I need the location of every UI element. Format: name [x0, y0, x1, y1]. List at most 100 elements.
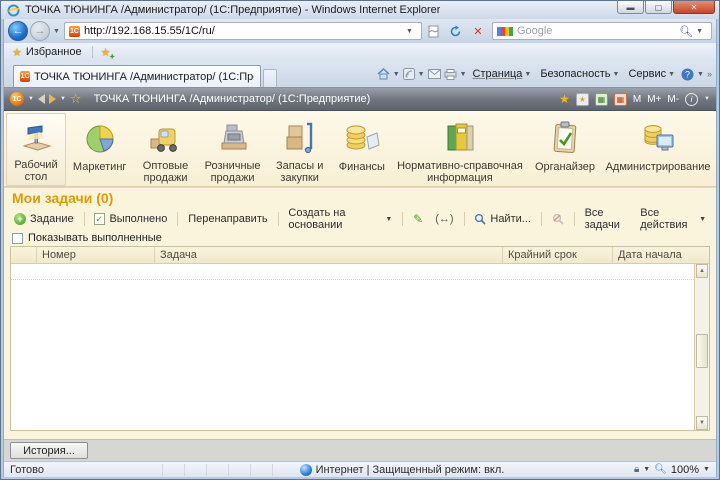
feeds-icon[interactable] — [402, 68, 415, 80]
url-text[interactable]: http://192.168.15.55/1C/ru/ — [84, 25, 403, 37]
favorites-button[interactable]: Избранное — [26, 46, 82, 58]
open-favorites-icon[interactable]: ★ — [575, 92, 589, 106]
section-retail[interactable]: Розничные продажи — [198, 113, 268, 186]
recent-pages-caret-icon[interactable]: ▼ — [53, 28, 60, 35]
section-organizer[interactable]: Органайзер — [528, 113, 602, 186]
new-task-button[interactable]: + Задание — [10, 211, 78, 227]
tools-menu[interactable]: Сервис ▼ — [625, 66, 678, 82]
all-tasks-button[interactable]: Все задачи — [581, 205, 637, 233]
overflow-chevron[interactable]: » — [707, 69, 712, 79]
column-header-number[interactable]: Номер — [37, 247, 155, 263]
section-marketing[interactable]: Маркетинг — [66, 113, 133, 186]
address-dropdown-caret-icon[interactable]: ▼ — [406, 28, 413, 35]
tools-caret-icon: ▼ — [668, 70, 676, 78]
help-icon[interactable]: ? — [681, 68, 694, 81]
table-body[interactable] — [11, 264, 694, 430]
section-desktop[interactable]: Рабочий стол — [6, 113, 66, 186]
redirect-button[interactable]: Перенаправить — [184, 211, 271, 227]
add-to-favorites-icon[interactable]: ★ — [559, 92, 573, 108]
minimize-button[interactable]: ▬ — [617, 1, 644, 14]
security-menu[interactable]: Безопасность ▼ — [537, 66, 622, 82]
divider — [463, 212, 465, 226]
create-based-on-button[interactable]: Создать на основании ▼ — [284, 205, 396, 233]
protected-mode-icon[interactable]: 🔒︎ — [634, 464, 639, 475]
zoom-caret-icon[interactable]: ▼ — [703, 466, 710, 473]
vertical-scrollbar[interactable]: ▲ ▼ — [694, 264, 709, 430]
memory-subtract-button[interactable]: M- — [667, 94, 679, 105]
zoom-magnifier-icon[interactable]: 🔍︎ — [654, 464, 667, 475]
main-menu-caret-icon[interactable]: ▼ — [28, 96, 34, 102]
app-forward-button[interactable] — [48, 94, 56, 104]
toolbar-more-caret-icon[interactable]: ▼ — [704, 96, 710, 102]
section-administration[interactable]: Администрирование — [602, 113, 714, 186]
add-favorite-icon[interactable]: ★ — [101, 46, 115, 61]
stop-button[interactable]: ✕ — [468, 22, 488, 40]
table-row[interactable] — [11, 264, 694, 280]
home-caret-icon[interactable]: ▼ — [393, 71, 400, 78]
address-bar[interactable]: 1С http://192.168.15.55/1C/ru/ ▼ — [63, 22, 422, 40]
broken-page-icon — [428, 25, 439, 37]
divider — [402, 212, 404, 226]
print-icon[interactable] — [444, 68, 457, 80]
column-header-deadline[interactable]: Крайний срок — [503, 247, 613, 263]
search-provider-caret-icon[interactable]: ▼ — [696, 28, 703, 35]
show-completed-checkbox[interactable] — [12, 232, 23, 244]
edit-button[interactable]: ✎ — [409, 210, 427, 228]
memory-store-button[interactable]: M — [633, 94, 641, 105]
compatibility-view-button[interactable] — [424, 22, 444, 40]
section-reference-info[interactable]: Нормативно-справочная информация — [392, 113, 528, 186]
onec-main-menu-icon[interactable]: 1С — [10, 92, 24, 106]
page-caret-icon: ▼ — [524, 70, 532, 78]
calculator-icon[interactable]: ▦ — [594, 92, 608, 106]
tab-active[interactable]: 1С ТОЧКА ТЮНИНГА /Администратор/ (1С:Пре… — [13, 65, 261, 87]
close-button[interactable]: ✕ — [673, 1, 715, 14]
mark-done-button[interactable]: Выполнено — [90, 211, 171, 227]
scroll-down-arrow-icon[interactable]: ▼ — [696, 416, 708, 430]
all-actions-button[interactable]: Все действия ▼ — [640, 207, 710, 231]
search-magnifier-icon[interactable]: 🔍︎ — [679, 25, 693, 38]
search-placeholder[interactable]: Google — [517, 25, 679, 37]
protected-mode-caret-icon[interactable]: ▼ — [643, 466, 650, 473]
find-button[interactable]: Найти... — [470, 211, 535, 227]
page-menu[interactable]: Страница ▼ — [470, 66, 535, 82]
home-icon[interactable] — [377, 68, 390, 80]
info-icon[interactable]: i — [685, 92, 699, 106]
app-back-button[interactable] — [37, 94, 45, 104]
scrollbar-thumb[interactable] — [696, 333, 708, 368]
maximize-button[interactable]: ▢ — [645, 1, 672, 14]
section-wholesale[interactable]: Оптовые продажи — [133, 113, 197, 186]
check-sheet-icon — [94, 213, 106, 225]
search-box[interactable]: Google 🔍︎ ▼ — [491, 22, 712, 40]
history-strip: История... — [4, 439, 716, 461]
refresh-button[interactable] — [446, 22, 466, 40]
feeds-caret-icon[interactable]: ▼ — [418, 71, 425, 78]
tasks-table: Номер Задача Крайний срок Дата начала ▲ … — [10, 246, 710, 431]
plus-icon: + — [14, 213, 26, 225]
cancel-search-button[interactable] — [548, 211, 568, 227]
column-header-start-date[interactable]: Дата начала — [613, 247, 709, 263]
set-interval-button[interactable]: (↔) — [431, 211, 457, 227]
back-button[interactable]: ← — [8, 21, 28, 41]
print-caret-icon[interactable]: ▼ — [460, 71, 467, 78]
history-caret-icon[interactable]: ▼ — [60, 96, 66, 102]
column-header-task[interactable]: Задача — [155, 247, 503, 263]
scroll-up-arrow-icon[interactable]: ▲ — [696, 264, 708, 278]
read-mail-icon[interactable] — [427, 69, 441, 79]
clipboard-icon — [548, 118, 582, 158]
new-tab-button[interactable] — [263, 69, 277, 87]
section-finance[interactable]: Финансы — [332, 113, 392, 186]
app-favorites-star-icon[interactable]: ☆ — [70, 91, 82, 107]
internet-zone-globe-icon — [299, 463, 312, 476]
column-header-icon[interactable] — [11, 247, 37, 263]
forward-button[interactable]: → — [30, 21, 50, 41]
tasks-panel: Мои задачи (0) + Задание Выполнено Перен… — [4, 188, 716, 439]
divider — [83, 212, 85, 226]
calendar-icon[interactable]: ▦ — [613, 92, 627, 106]
security-caret-icon: ▼ — [612, 70, 620, 78]
memory-add-button[interactable]: M+ — [647, 94, 661, 105]
section-label: Финансы — [338, 161, 385, 173]
history-button[interactable]: История... — [10, 442, 88, 459]
zoom-level[interactable]: 100% — [671, 464, 699, 476]
help-caret-icon[interactable]: ▼ — [697, 71, 704, 78]
section-inventory[interactable]: Запасы и закупки — [268, 113, 332, 186]
